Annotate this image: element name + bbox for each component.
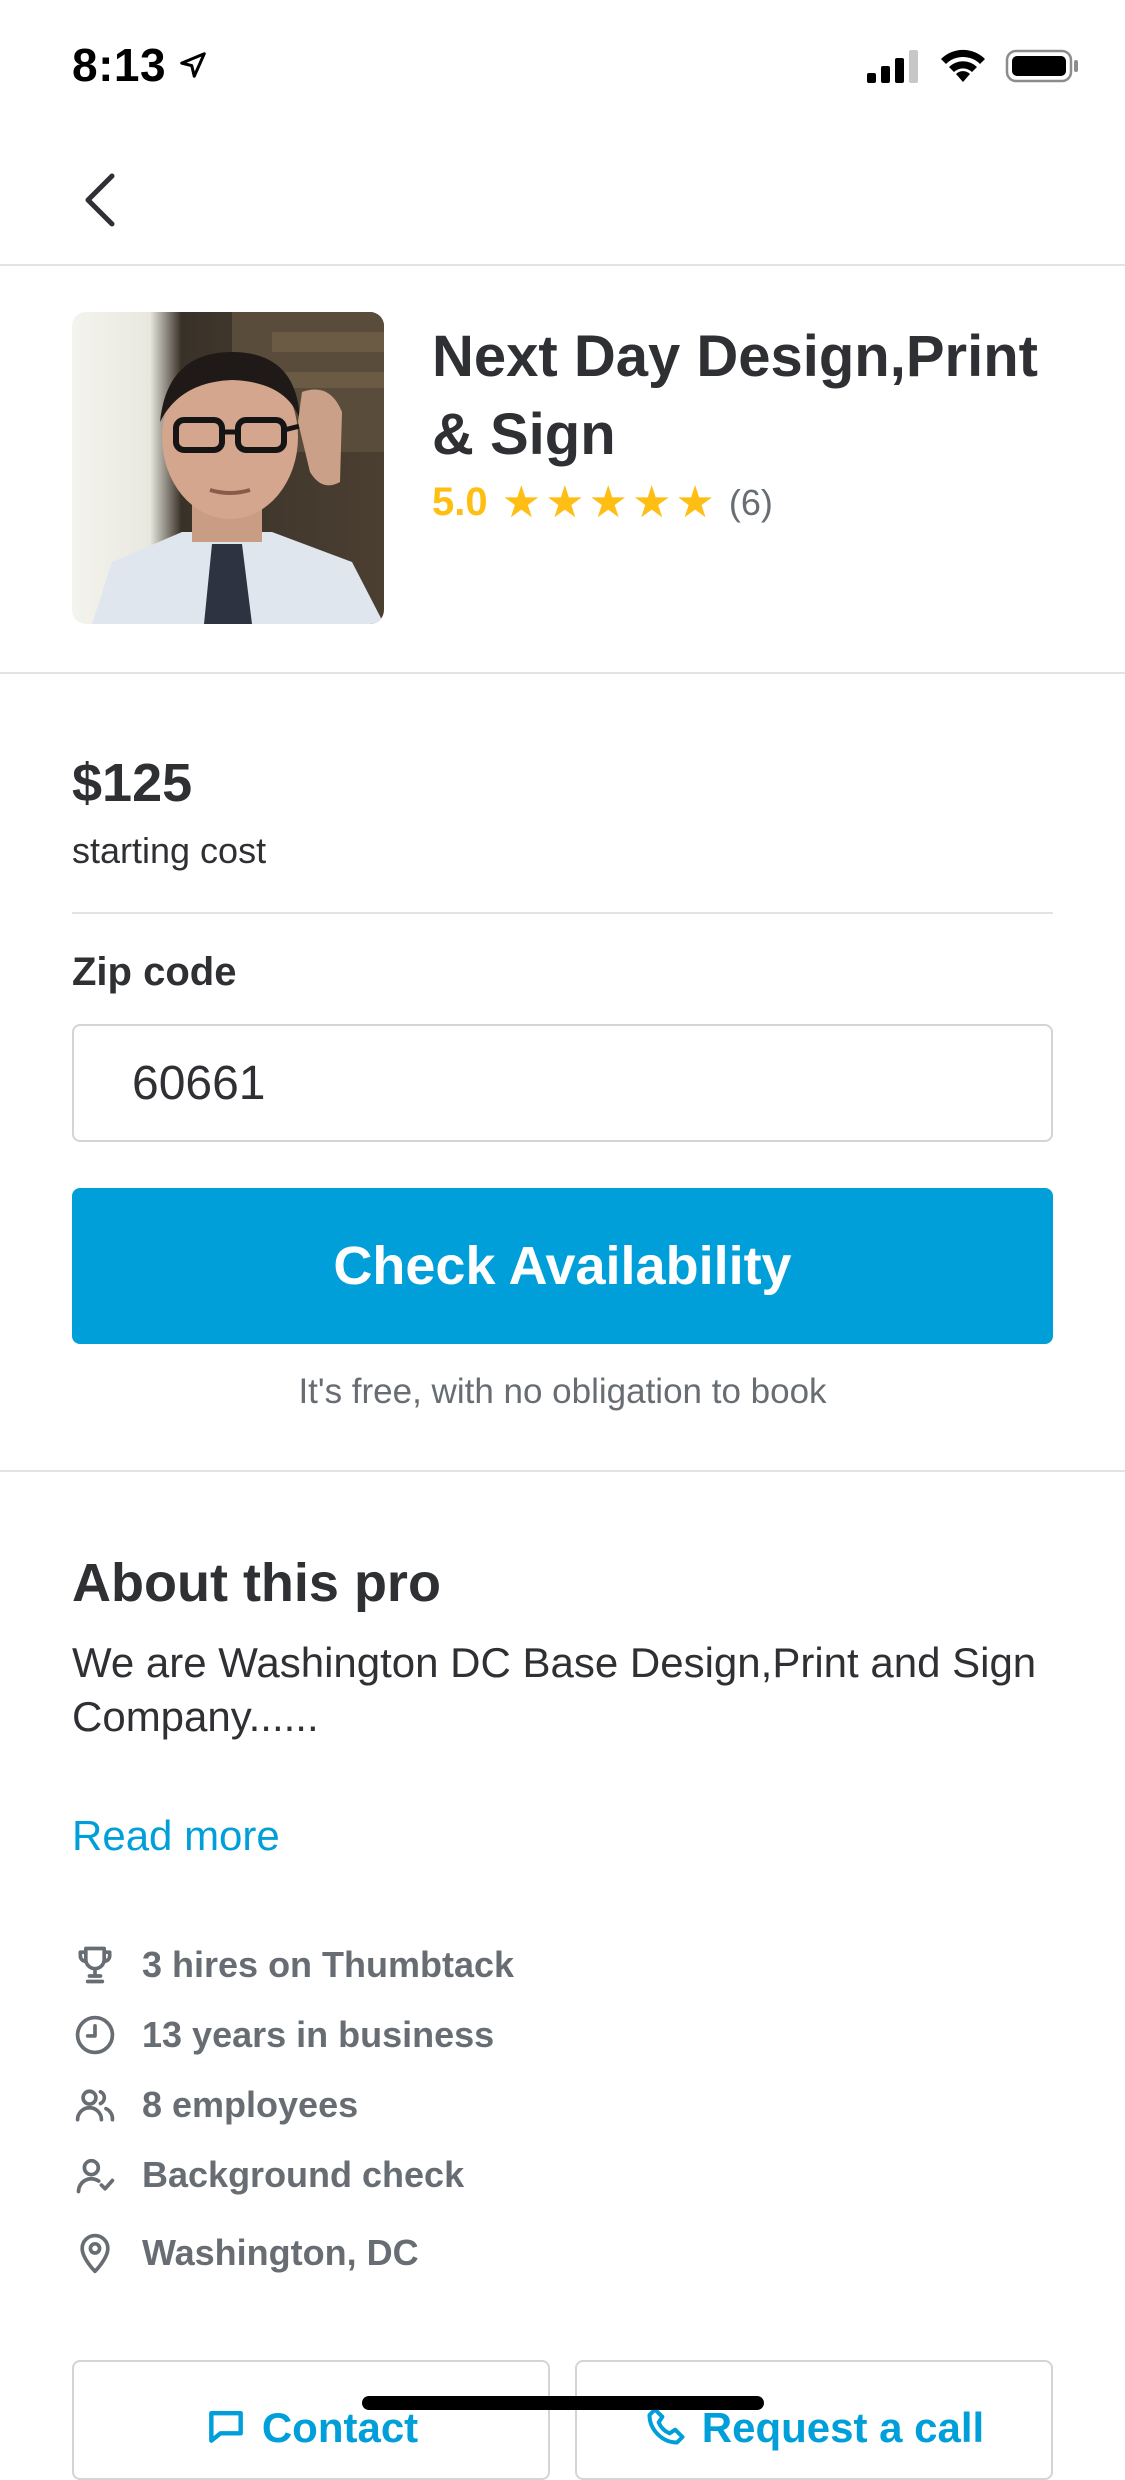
fact-background-check: Background check: [72, 2140, 1052, 2210]
clock-icon: [72, 2012, 118, 2058]
location-pin-icon: [72, 2230, 118, 2276]
pro-name: Next Day Design,Print & Sign: [432, 324, 1038, 467]
fact-text: Background check: [142, 2154, 465, 2195]
people-icon: [72, 2082, 118, 2128]
status-icons: [865, 48, 1081, 84]
star-icon: ★: [545, 477, 585, 527]
status-time: 8:13: [72, 38, 208, 92]
chevron-left-icon: [85, 173, 115, 227]
starting-price: $125: [72, 753, 193, 813]
battery-icon: [1005, 49, 1078, 83]
about-text: We are Washington DC Base Design,Print a…: [72, 1639, 1037, 1740]
star-icon: ★: [501, 477, 542, 527]
read-more-link[interactable]: Read more: [72, 1812, 280, 1860]
divider: [0, 1470, 1125, 1472]
star-icon: ★: [631, 477, 672, 527]
contact-button[interactable]: Contact: [72, 2360, 550, 2480]
nav-bar: [0, 132, 1125, 266]
person-check-icon: [72, 2152, 118, 2198]
fact-text: 8 employees: [142, 2084, 359, 2125]
fact-years: 13 years in business: [72, 2000, 1052, 2070]
wifi-icon: [941, 49, 985, 82]
fact-text: 3 hires on Thumbtack: [142, 1944, 515, 1985]
avatar-photo: [72, 312, 384, 624]
zip-code-label: Zip code: [72, 950, 237, 994]
contact-label: Contact: [261, 2404, 419, 2451]
star-icon: ★: [588, 477, 628, 527]
back-button[interactable]: [60, 160, 140, 240]
request-call-button[interactable]: Request a call: [575, 2360, 1053, 2480]
pro-facts-list: 3 hires on Thumbtack 13 years in busines…: [72, 1930, 1052, 2296]
phone-icon: [647, 2407, 685, 2445]
fact-text: 13 years in business: [142, 2014, 495, 2055]
chat-bubble-icon: [208, 2410, 243, 2443]
cta-note: It's free, with no obligation to book: [298, 1372, 827, 1411]
fact-location: Washington, DC: [72, 2210, 1052, 2296]
check-availability-button[interactable]: Check Availability: [72, 1188, 1053, 1344]
about-title: About this pro: [72, 1553, 441, 1613]
status-bar: 8:13: [0, 0, 1125, 132]
pro-avatar[interactable]: [72, 312, 384, 624]
price-caption: starting cost: [72, 830, 267, 871]
zip-code-input[interactable]: [72, 1024, 1053, 1142]
divider: [72, 912, 1053, 914]
pro-header: Next Day Design,Print & Sign 5.0 ★ ★ ★ ★…: [0, 266, 1125, 674]
fact-hires: 3 hires on Thumbtack: [72, 1930, 1052, 2000]
cellular-signal-icon: [867, 50, 918, 83]
home-indicator: [362, 2396, 764, 2410]
rating[interactable]: 5.0 ★ ★ ★ ★ ★ (6): [432, 480, 773, 525]
star-rating: ★ ★ ★ ★ ★: [501, 477, 715, 527]
rating-score: 5.0: [432, 480, 488, 524]
location-arrow-icon: [180, 52, 206, 78]
fact-text: Washington, DC: [142, 2232, 419, 2273]
star-icon: ★: [675, 477, 715, 527]
status-time-text: 8:13: [72, 39, 167, 91]
trophy-icon: [72, 1942, 118, 1988]
fact-employees: 8 employees: [72, 2070, 1052, 2140]
request-call-label: Request a call: [701, 2404, 985, 2451]
review-count: (6): [728, 481, 773, 523]
